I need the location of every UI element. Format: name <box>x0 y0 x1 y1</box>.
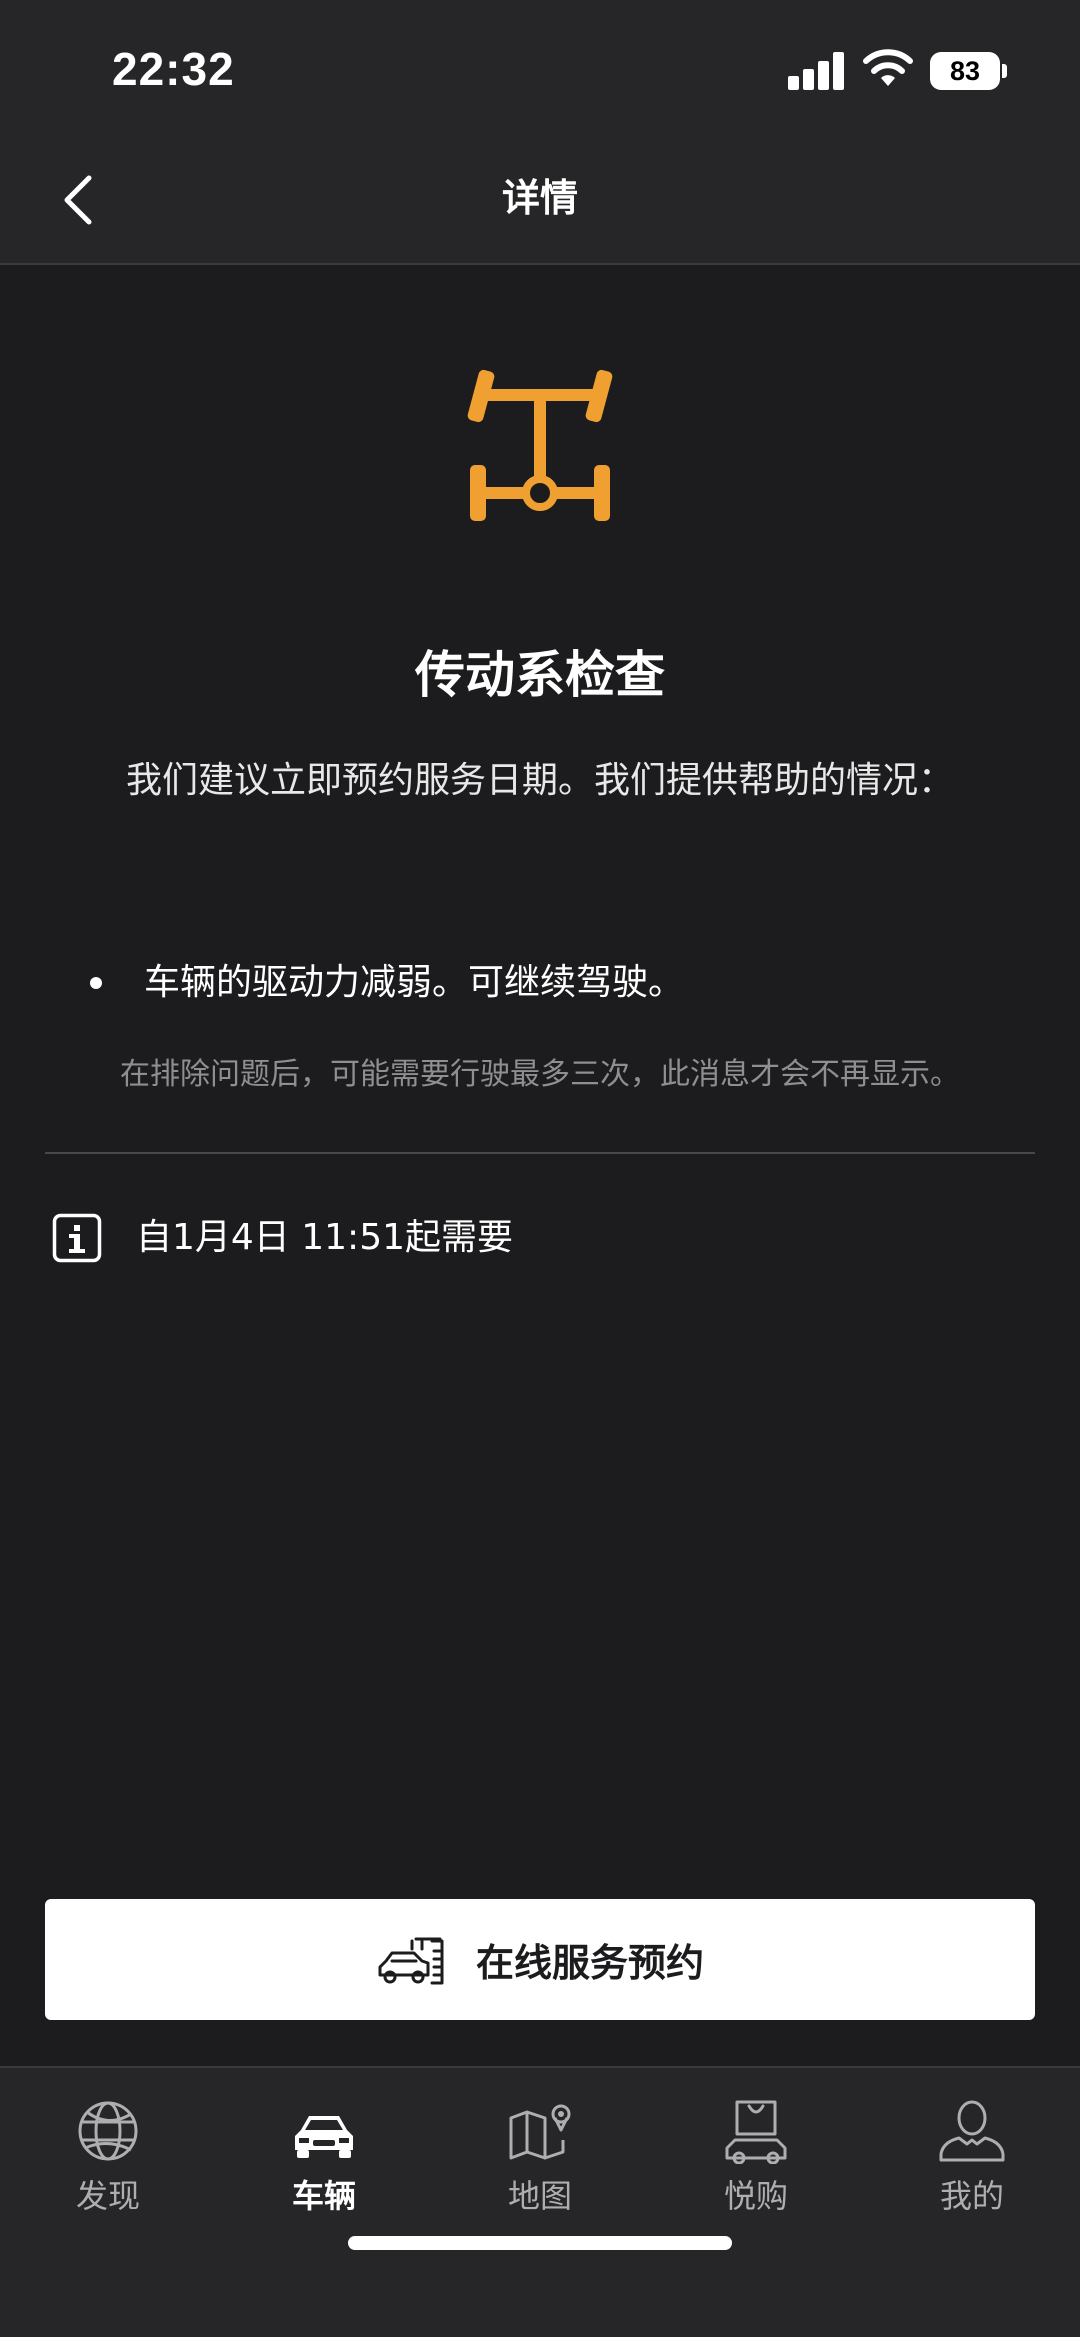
shopping-bag-icon <box>725 2100 787 2164</box>
top-bar: 22:32 83 详情 <box>0 0 1080 265</box>
header-title: 详情 <box>501 176 578 220</box>
bullet-text: 车辆的驱动力减弱。可继续驾驶。 <box>144 962 685 1003</box>
tab-discover[interactable]: 发现 <box>0 2098 216 2268</box>
cta-label: 在线服务预约 <box>475 1941 704 1985</box>
tab-label: 悦购 <box>723 2177 788 2215</box>
online-service-booking-button[interactable]: 在线服务预约 <box>45 1899 1035 2020</box>
tab-label: 地图 <box>507 2177 572 2215</box>
tab-bar: 发现 车辆 地图 悦购 我的 <box>0 2066 1080 2337</box>
wifi-icon <box>863 49 913 86</box>
alert-title: 传动系检查 <box>415 646 665 704</box>
alert-note: 在排除问题后，可能需要行驶最多三次，此消息才会不再显示。 <box>120 1057 960 1092</box>
status-time: 22:32 <box>112 43 235 95</box>
info-text: 自1月4日 11:51起需要 <box>136 1217 513 1258</box>
tab-label: 发现 <box>75 2177 140 2215</box>
list-item: 车辆的驱动力减弱。可继续驾驶。 <box>90 954 1010 1012</box>
info-icon <box>52 1213 102 1263</box>
car-service-icon <box>378 1937 444 1984</box>
map-icon <box>509 2104 571 2160</box>
page: 22:32 83 详情 传动系检查 我们建议立即预约服务日期。我们提供帮助的情况… <box>0 0 1080 2337</box>
tab-label: 我的 <box>939 2177 1004 2215</box>
globe-icon <box>78 2101 138 2161</box>
tab-mine[interactable]: 我的 <box>864 2098 1080 2268</box>
tab-label: 车辆 <box>291 2177 356 2215</box>
bullet-icon <box>90 977 102 989</box>
drivetrain-icon <box>467 369 613 521</box>
battery-level: 83 <box>930 52 1000 90</box>
alert-description: 我们建议立即预约服务日期。我们提供帮助的情况： <box>125 760 954 801</box>
home-indicator[interactable] <box>348 2236 732 2250</box>
divider <box>45 1152 1035 1154</box>
user-icon <box>939 2100 1005 2162</box>
car-icon <box>295 2116 353 2158</box>
cellular-signal-icon <box>788 52 844 90</box>
battery-icon: 83 <box>930 52 1007 90</box>
info-row: 自1月4日 11:51起需要 <box>52 1210 952 1266</box>
